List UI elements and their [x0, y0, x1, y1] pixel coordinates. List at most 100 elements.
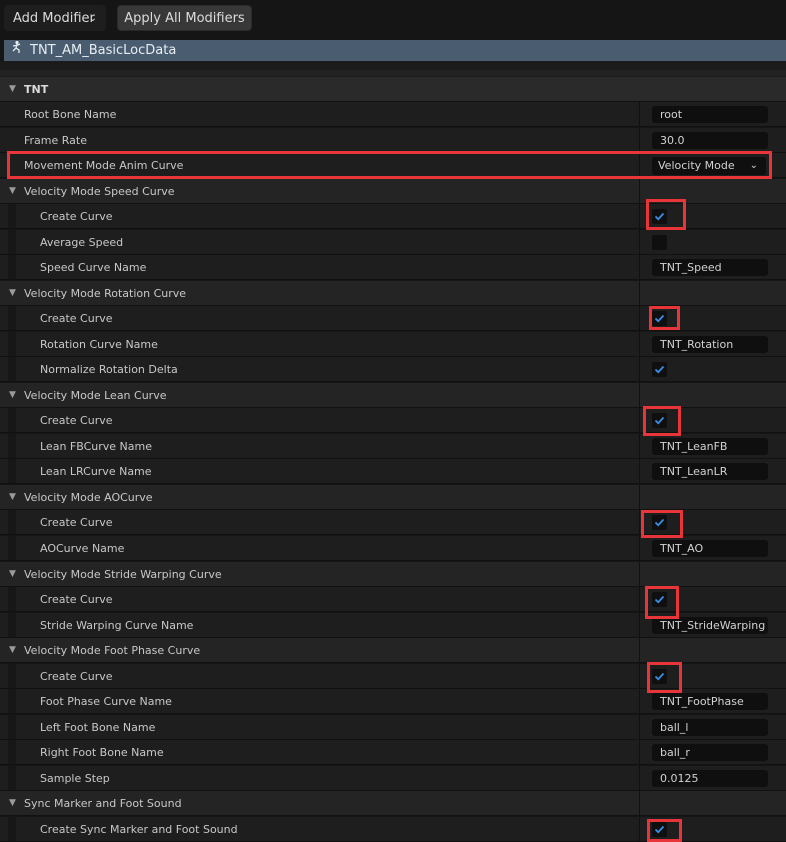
column-divider[interactable] — [639, 255, 640, 279]
column-divider[interactable] — [639, 408, 640, 432]
column-divider[interactable] — [639, 689, 640, 713]
column-divider[interactable] — [639, 613, 640, 637]
average-speed-checkbox[interactable] — [652, 235, 667, 250]
group-stride-warping-curve[interactable]: ▼ Velocity Mode Stride Warping Curve — [0, 562, 786, 587]
column-divider[interactable] — [639, 128, 640, 152]
sample-step-input[interactable]: 0.0125 — [652, 770, 768, 787]
property-row-lean-fb-name: Lean FBCurve Name TNT_LeanFB — [0, 434, 786, 459]
column-divider[interactable] — [639, 715, 640, 739]
rotation-curve-name-input[interactable]: TNT_Rotation — [652, 336, 768, 353]
column-divider[interactable] — [639, 204, 640, 228]
column-divider[interactable] — [639, 153, 640, 177]
column-divider[interactable] — [639, 562, 640, 586]
column-divider[interactable] — [639, 332, 640, 356]
property-label: Create Curve — [40, 593, 113, 606]
add-modifier-label: Add Modifier — [13, 11, 95, 26]
column-divider[interactable] — [639, 740, 640, 764]
indent-guide — [8, 408, 16, 432]
root-bone-name-input[interactable]: root — [652, 106, 768, 123]
rotation-create-curve-checkbox[interactable] — [652, 311, 667, 326]
property-label: Speed Curve Name — [40, 261, 147, 274]
property-row-speed-create-curve: Create Curve — [0, 204, 786, 229]
property-label: Create Curve — [40, 312, 113, 325]
movement-mode-dropdown[interactable]: Velocity Mode ⌄ — [652, 157, 766, 175]
property-row-foot-phase-curve-name: Foot Phase Curve Name TNT_FootPhase — [0, 689, 786, 714]
stride-warping-curve-name-input[interactable]: TNT_StrideWarping — [652, 617, 768, 634]
property-label: Rotation Curve Name — [40, 338, 158, 351]
property-row-root-bone: Root Bone Name root — [0, 102, 786, 127]
checkmark-icon — [654, 595, 665, 604]
normalize-rotation-delta-checkbox[interactable] — [652, 362, 667, 377]
indent-guide — [8, 766, 16, 790]
lean-fb-curve-name-input[interactable]: TNT_LeanFB — [652, 438, 768, 455]
property-row-average-speed: Average Speed — [0, 230, 786, 255]
column-divider[interactable] — [639, 791, 640, 815]
column-divider[interactable] — [639, 434, 640, 458]
foot-phase-curve-name-input[interactable]: TNT_FootPhase — [652, 693, 768, 710]
indent-guide — [8, 613, 16, 637]
property-label: Sample Step — [40, 772, 110, 785]
property-row-movement-mode: Movement Mode Anim Curve Velocity Mode ⌄ — [0, 153, 786, 178]
right-foot-bone-name-input[interactable]: ball_r — [652, 744, 768, 761]
column-divider[interactable] — [639, 230, 640, 254]
property-label: Create Curve — [40, 516, 113, 529]
column-divider[interactable] — [639, 485, 640, 509]
column-divider[interactable] — [639, 766, 640, 790]
ao-curve-name-input[interactable]: TNT_AO — [652, 540, 768, 557]
column-divider[interactable] — [639, 459, 640, 483]
indent-guide — [8, 230, 16, 254]
checkmark-icon — [654, 365, 665, 374]
property-row-right-foot-bone: Right Foot Bone Name ball_r — [0, 740, 786, 765]
column-divider[interactable] — [639, 638, 640, 662]
triangle-down-icon: ▼ — [9, 569, 16, 579]
group-label: Velocity Mode Rotation Curve — [24, 287, 187, 300]
column-divider[interactable] — [639, 817, 640, 841]
group-foot-phase-curve[interactable]: ▼ Velocity Mode Foot Phase Curve — [0, 638, 786, 663]
property-label: Create Curve — [40, 670, 113, 683]
column-divider[interactable] — [639, 179, 640, 203]
create-sync-marker-checkbox[interactable] — [652, 822, 667, 837]
property-label: Right Foot Bone Name — [40, 746, 164, 759]
apply-all-modifiers-button[interactable]: Apply All Modifiers — [117, 5, 252, 31]
asset-name: TNT_AM_BasicLocData — [30, 43, 177, 58]
column-divider[interactable] — [639, 510, 640, 534]
triangle-down-icon: ▼ — [9, 492, 16, 502]
group-lean-curve[interactable]: ▼ Velocity Mode Lean Curve — [0, 383, 786, 408]
lean-lr-curve-name-input[interactable]: TNT_LeanLR — [652, 463, 768, 480]
indent-guide — [8, 510, 16, 534]
foot-phase-create-curve-checkbox[interactable] — [652, 669, 667, 684]
property-row-foot-phase-create-curve: Create Curve — [0, 664, 786, 689]
add-modifier-button[interactable]: Add Modifier ⌄ — [4, 5, 106, 31]
speed-curve-name-input[interactable]: TNT_Speed — [652, 259, 768, 276]
indent-guide — [8, 434, 16, 458]
group-rotation-curve[interactable]: ▼ Velocity Mode Rotation Curve — [0, 281, 786, 306]
category-tnt[interactable]: ▼ TNT — [0, 77, 786, 102]
frame-rate-input[interactable]: 30.0 — [652, 132, 768, 149]
indent-guide — [8, 817, 16, 841]
left-foot-bone-name-input[interactable]: ball_l — [652, 719, 768, 736]
group-speed-curve[interactable]: ▼ Velocity Mode Speed Curve — [0, 179, 786, 204]
column-divider[interactable] — [639, 664, 640, 688]
lean-create-curve-checkbox[interactable] — [652, 413, 667, 428]
checkmark-icon — [654, 518, 665, 527]
checkmark-icon — [654, 314, 665, 323]
toolbar: Add Modifier ⌄ Apply All Modifiers — [0, 0, 786, 38]
stride-create-curve-checkbox[interactable] — [652, 592, 667, 607]
property-row-ao-curve-name: AOCurve Name TNT_AO — [0, 536, 786, 561]
group-ao-curve[interactable]: ▼ Velocity Mode AOCurve — [0, 485, 786, 510]
column-divider[interactable] — [639, 587, 640, 611]
column-divider[interactable] — [639, 383, 640, 407]
group-sync-marker[interactable]: ▼ Sync Marker and Foot Sound — [0, 791, 786, 816]
column-divider[interactable] — [639, 102, 640, 126]
asset-row[interactable]: TNT_AM_BasicLocData — [4, 40, 786, 61]
column-divider[interactable] — [639, 536, 640, 560]
column-divider[interactable] — [639, 281, 640, 305]
ao-create-curve-checkbox[interactable] — [652, 515, 667, 530]
property-row-stride-curve-name: Stride Warping Curve Name TNT_StrideWarp… — [0, 613, 786, 638]
group-label: Velocity Mode Speed Curve — [24, 185, 175, 198]
checkmark-icon — [654, 825, 665, 834]
property-row-lean-lr-name: Lean LRCurve Name TNT_LeanLR — [0, 459, 786, 484]
column-divider[interactable] — [639, 306, 640, 330]
column-divider[interactable] — [639, 357, 640, 381]
speed-create-curve-checkbox[interactable] — [652, 209, 667, 224]
